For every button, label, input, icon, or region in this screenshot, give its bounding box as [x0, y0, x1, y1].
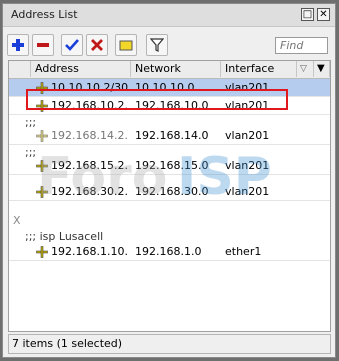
column-chooser-button[interactable]: ▼: [313, 61, 330, 77]
filter-icon: [150, 38, 164, 52]
enable-button[interactable]: [61, 34, 83, 56]
network-cell: 192.168.1.0: [135, 245, 202, 258]
address-list-window: Address List □ ✕ Address Network Interfa…: [2, 3, 336, 358]
filter-button[interactable]: [146, 34, 168, 56]
status-bar: 7 items (1 selected): [8, 334, 331, 354]
address-cell: 192.168.14.2...: [51, 129, 129, 142]
network-cell: 192.168.15.0: [135, 159, 209, 172]
column-interface[interactable]: Interface: [221, 61, 297, 77]
header-blank: [9, 61, 31, 77]
column-address[interactable]: Address: [31, 61, 131, 77]
address-cell: 192.168.1.10...: [51, 245, 129, 258]
address-cell: 192.168.30.2...: [51, 185, 129, 198]
comment-icon: [119, 40, 133, 51]
enable-icon: [65, 39, 79, 51]
remove-button[interactable]: [32, 34, 54, 56]
table-row[interactable]: 192.168.30.2... 192.168.30.0 vlan201: [9, 183, 330, 201]
window-title: Address List: [11, 8, 78, 21]
address-cell: 192.168.15.2...: [51, 159, 129, 172]
network-cell: 192.168.14.0: [135, 129, 209, 142]
interface-cell: vlan201: [225, 185, 270, 198]
table-row[interactable]: 192.168.15.2... 192.168.15.0 vlan201: [9, 157, 330, 175]
title-bar[interactable]: Address List □ ✕: [3, 4, 335, 27]
column-filter-icon[interactable]: ▽: [300, 61, 307, 77]
comment-button[interactable]: [115, 34, 137, 56]
address-icon: [36, 160, 48, 172]
row-comment: ;;; isp Lusacell: [25, 230, 104, 243]
disabled-marker: X: [13, 214, 21, 227]
address-icon: [36, 246, 48, 258]
table-row[interactable]: 192.168.14.2... 192.168.14.0 vlan201: [9, 127, 330, 145]
disable-icon: [91, 39, 103, 51]
address-icon: [36, 130, 48, 142]
add-button[interactable]: [7, 34, 29, 56]
interface-cell: vlan201: [225, 159, 270, 172]
network-cell: 192.168.30.0: [135, 185, 209, 198]
column-network[interactable]: Network: [131, 61, 221, 77]
disable-button[interactable]: [86, 34, 108, 56]
table-row[interactable]: 192.168.1.10... 192.168.1.0 ether1: [9, 243, 330, 261]
interface-cell: ether1: [225, 245, 262, 258]
restore-button[interactable]: □: [301, 8, 314, 21]
add-icon: [12, 39, 24, 51]
interface-cell: vlan201: [225, 129, 270, 142]
find-input[interactable]: [275, 37, 328, 54]
close-button[interactable]: ✕: [317, 8, 330, 21]
remove-icon: [37, 43, 49, 47]
highlight-box: [26, 89, 288, 110]
toolbar: [3, 30, 335, 60]
address-table: Address Network Interface ▽ ▼ 10.10.10.2…: [8, 60, 331, 332]
table-header: Address Network Interface ▽ ▼: [9, 61, 330, 79]
address-icon: [36, 186, 48, 198]
